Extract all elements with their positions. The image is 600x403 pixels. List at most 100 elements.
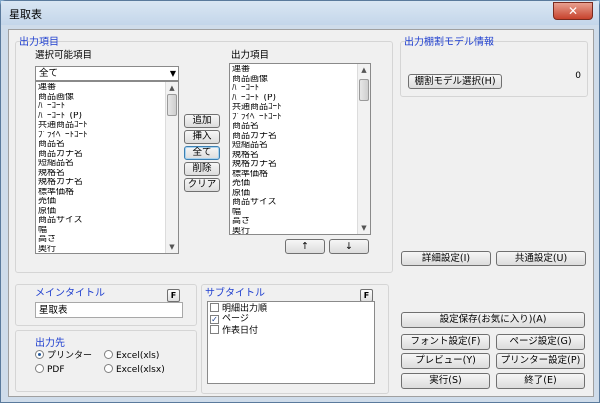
destination-option-label: Excel(xls)	[116, 351, 160, 361]
destination-option-pdf[interactable]: PDF	[35, 364, 65, 376]
shelf-model-count: 0	[555, 70, 581, 83]
list-item[interactable]: 商品画像	[38, 93, 164, 103]
radio-indicator	[104, 364, 113, 373]
close-button[interactable]: ✕	[553, 2, 593, 20]
list-item[interactable]: ﾌﾟﾗｲﾍﾞｰﾄｺｰﾄﾞ	[232, 113, 356, 123]
delete-button[interactable]: 削除	[184, 162, 220, 176]
exit-button[interactable]: 終了(E)	[496, 373, 585, 389]
shelf-model-section-label: 出力棚割モデル情報	[404, 37, 494, 48]
font-settings-button[interactable]: フォント設定(F)	[401, 334, 490, 350]
add-button[interactable]: 追加	[184, 114, 220, 128]
detail-settings-button[interactable]: 詳細設定(I)	[401, 251, 491, 266]
sub-title-item-label: 作表日付	[222, 326, 259, 336]
move-up-button[interactable]: ↑	[285, 239, 325, 254]
selectable-items-label: 選択可能項目	[35, 50, 93, 61]
destination-option-excel-xlsx[interactable]: Excel(xlsx)	[104, 364, 165, 376]
main-title-input[interactable]: 星取表	[35, 302, 183, 318]
destination-label: 出力先	[35, 338, 65, 349]
checkbox-checked-icon[interactable]: ✓	[210, 315, 219, 324]
list-item[interactable]: 連番	[38, 83, 164, 93]
title-bar: 星取表 ✕	[1, 1, 599, 25]
main-title-label: メインタイトル	[35, 288, 105, 299]
list-item[interactable]: 高さ	[232, 217, 356, 227]
sub-title-item-label: 明細出力順	[222, 304, 268, 314]
radio-indicator	[35, 364, 44, 373]
list-item[interactable]: ﾊﾞｰｺｰﾄﾞ(P)	[38, 112, 164, 122]
list-item[interactable]: ﾌﾟﾗｲﾍﾞｰﾄｺｰﾄﾞ	[38, 131, 164, 141]
list-item[interactable]: 商品サイズ	[232, 198, 356, 208]
radio-indicator	[35, 350, 44, 359]
sub-title-checkbox-item[interactable]: 明細出力順	[210, 303, 267, 314]
sub-title-label: サブタイトル	[205, 288, 265, 299]
list-item[interactable]: 共通商品ｺｰﾄﾞ	[38, 121, 164, 131]
dialog-client-area: 出力項目 選択可能項目 全て ▼ 連番 商品画像 ﾊﾞｰｺｰﾄﾞ ﾊﾞｰｺｰﾄﾞ(P)…	[8, 29, 594, 397]
list-item[interactable]: 共通商品ｺｰﾄﾞ	[232, 103, 356, 113]
sub-title-checkbox-item[interactable]: ✓ ページ	[210, 314, 267, 325]
move-down-button[interactable]: ↓	[329, 239, 369, 254]
list-item[interactable]: 奥行	[38, 245, 164, 254]
common-settings-button[interactable]: 共通設定(U)	[496, 251, 586, 266]
output-items-list-label: 出力項目	[231, 50, 270, 61]
output-items-section-label: 出力項目	[19, 37, 59, 48]
list-item[interactable]: 標準価格	[232, 170, 356, 180]
sub-title-checkbox-item[interactable]: 作表日付	[210, 325, 267, 336]
page-settings-button[interactable]: ページ設定(G)	[496, 334, 585, 350]
checkbox-unchecked-icon[interactable]	[210, 325, 219, 334]
destination-option-printer[interactable]: プリンター	[35, 350, 92, 362]
list-item[interactable]: 商品カナ名	[38, 150, 164, 160]
output-items-list[interactable]: 連番 商品画像 ﾊﾞｰｺｰﾄﾞ ﾊﾞｰｺｰﾄﾞ(P) 共通商品ｺｰﾄﾞ ﾌﾟﾗｲﾍﾞｰﾄｺ…	[229, 63, 371, 235]
scroll-thumb[interactable]	[359, 79, 369, 101]
item-filter-value: 全て	[39, 68, 59, 79]
insert-button[interactable]: 挿入	[184, 130, 220, 144]
list-item[interactable]: 規格カナ名	[38, 178, 164, 188]
list-item[interactable]: 規格名	[232, 151, 356, 161]
preview-button[interactable]: プレビュー(Y)	[401, 353, 490, 369]
list-item[interactable]: 短縮品名	[232, 141, 356, 151]
shelf-model-select-button[interactable]: 棚割モデル選択(H)	[408, 74, 502, 89]
main-title-font-button[interactable]: F	[167, 289, 180, 302]
selectable-items-list[interactable]: 連番 商品画像 ﾊﾞｰｺｰﾄﾞ ﾊﾞｰｺｰﾄﾞ(P) 共通商品ｺｰﾄﾞ ﾌﾟﾗｲﾍﾞｰﾄｺ…	[35, 81, 179, 254]
checkbox-unchecked-icon[interactable]	[210, 303, 219, 312]
selectable-items: 連番 商品画像 ﾊﾞｰｺｰﾄﾞ ﾊﾞｰｺｰﾄﾞ(P) 共通商品ｺｰﾄﾞ ﾌﾟﾗｲﾍﾞｰﾄｺ…	[38, 83, 164, 254]
list-item[interactable]: 商品名	[232, 122, 356, 132]
execute-button[interactable]: 実行(S)	[401, 373, 490, 389]
scroll-down-arrow-icon[interactable]: ▼	[358, 222, 370, 234]
list-item[interactable]: 連番	[232, 65, 356, 75]
scroll-up-arrow-icon[interactable]: ▲	[358, 64, 370, 76]
list-item[interactable]: ﾊﾞｰｺｰﾄﾞ	[38, 102, 164, 112]
list-item[interactable]: 商品名	[38, 140, 164, 150]
list-item[interactable]: 奥行	[232, 227, 356, 235]
list-item[interactable]: 規格カナ名	[232, 160, 356, 170]
list-item[interactable]: 商品サイズ	[38, 216, 164, 226]
save-favorite-settings-button[interactable]: 設定保存(お気に入り)(A)	[401, 312, 585, 328]
list-item[interactable]: 短縮品名	[38, 159, 164, 169]
list-item[interactable]: ﾊﾞｰｺｰﾄﾞ(P)	[232, 94, 356, 104]
close-icon: ✕	[567, 4, 579, 18]
destination-option-label: PDF	[47, 365, 65, 375]
list-item[interactable]: 規格名	[38, 169, 164, 179]
printer-settings-button[interactable]: プリンター設定(P)	[496, 353, 585, 369]
scroll-thumb[interactable]	[167, 94, 177, 116]
select-all-button[interactable]: 全て	[184, 146, 220, 160]
clear-button[interactable]: クリア	[184, 178, 220, 192]
scroll-up-arrow-icon[interactable]: ▲	[166, 82, 178, 94]
list-item[interactable]: 原価	[38, 207, 164, 217]
sub-title-list[interactable]: 明細出力順 ✓ ページ 作表日付	[207, 301, 375, 384]
sub-title-item-label: ページ	[222, 314, 249, 324]
selectable-list-scrollbar[interactable]: ▲ ▼	[165, 82, 178, 253]
dialog-window: 星取表 ✕ 出力項目 選択可能項目 全て ▼ 連番 商品画像 ﾊﾞｰｺｰﾄﾞ ﾊﾞｰｺ…	[0, 0, 600, 403]
list-item[interactable]: 商品カナ名	[232, 132, 356, 142]
scroll-down-arrow-icon[interactable]: ▼	[166, 241, 178, 253]
list-item[interactable]: ﾊﾞｰｺｰﾄﾞ	[232, 84, 356, 94]
output-list-scrollbar[interactable]: ▲ ▼	[357, 64, 370, 234]
list-item[interactable]: 商品画像	[232, 75, 356, 85]
list-item[interactable]: 標準価格	[38, 188, 164, 198]
item-filter-select[interactable]: 全て ▼	[35, 66, 179, 81]
list-item[interactable]: 幅	[232, 208, 356, 218]
list-item[interactable]: 高さ	[38, 235, 164, 245]
list-item[interactable]: 売価	[232, 179, 356, 189]
list-item[interactable]: 原価	[232, 189, 356, 199]
destination-option-excel-xls[interactable]: Excel(xls)	[104, 350, 159, 362]
list-item[interactable]: 売価	[38, 197, 164, 207]
list-item[interactable]: 幅	[38, 226, 164, 236]
